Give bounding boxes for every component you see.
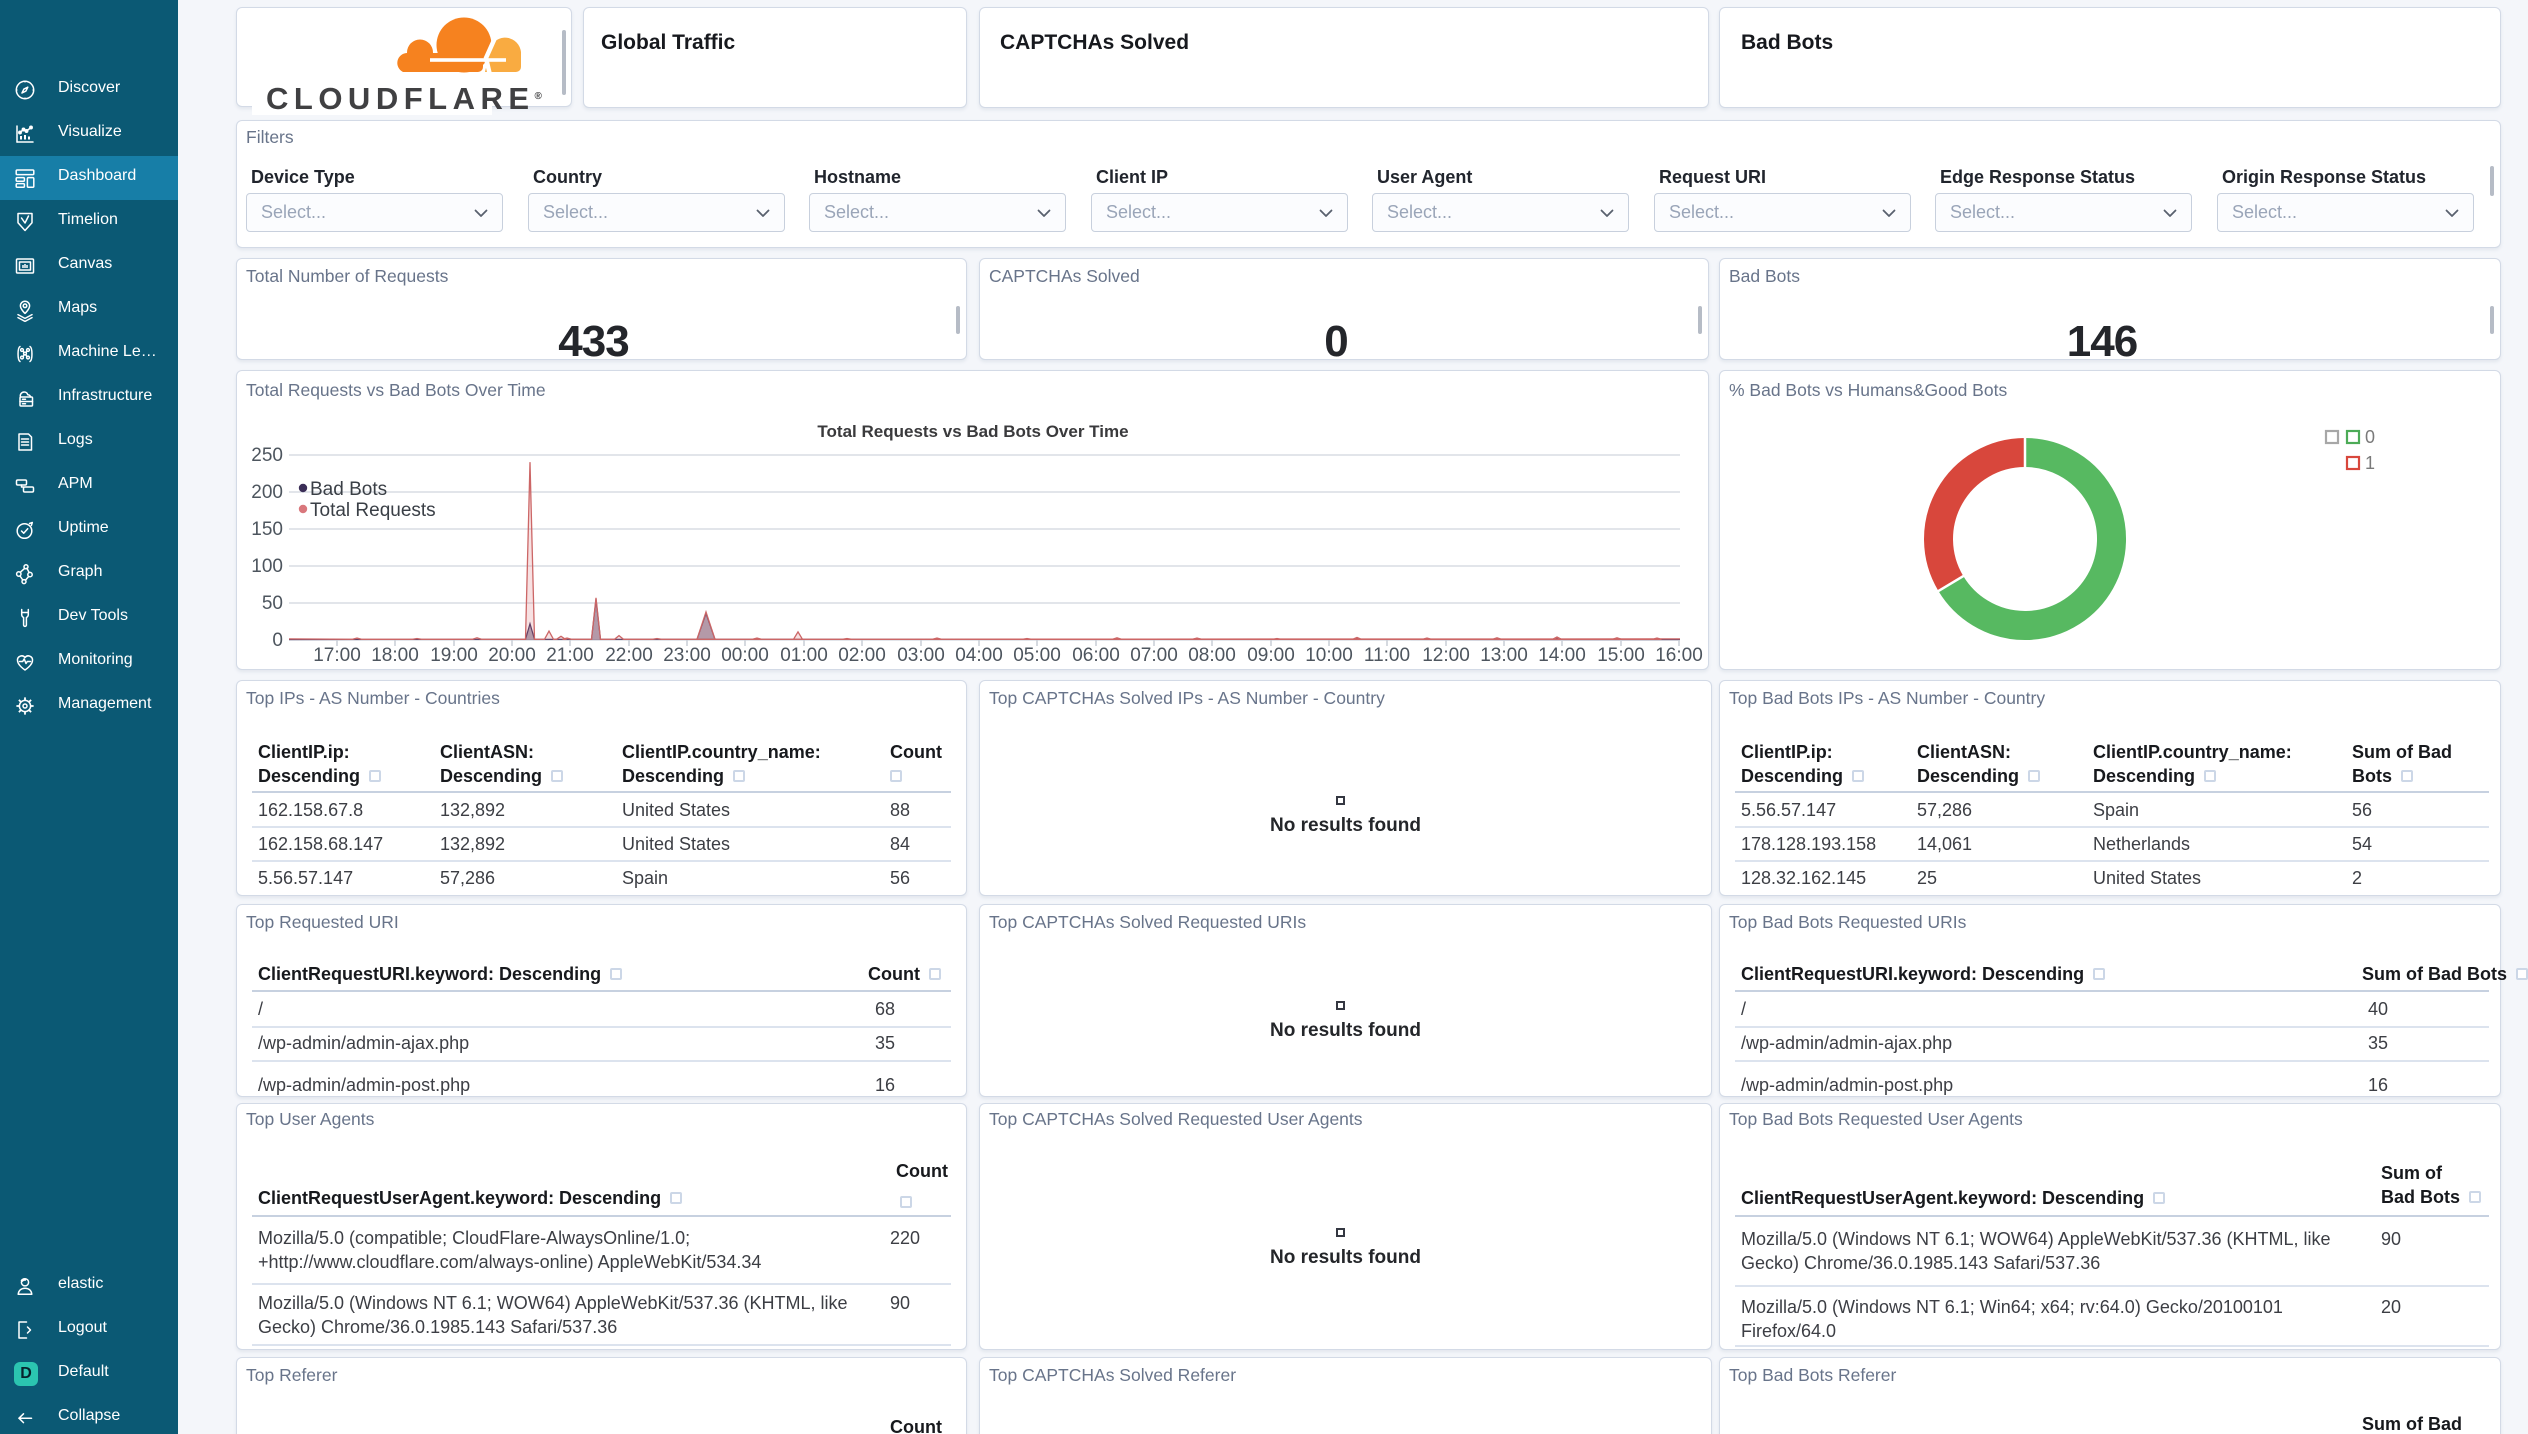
svg-text:100: 100 bbox=[251, 556, 283, 577]
svg-text:18:00: 18:00 bbox=[371, 645, 419, 666]
svg-text:05:00: 05:00 bbox=[1013, 645, 1061, 666]
svg-text:17:00: 17:00 bbox=[313, 645, 361, 666]
svg-text:23:00: 23:00 bbox=[663, 645, 711, 666]
svg-text:02:00: 02:00 bbox=[838, 645, 886, 666]
svg-text:16:00: 16:00 bbox=[1655, 645, 1703, 666]
svg-text:22:00: 22:00 bbox=[605, 645, 653, 666]
svg-text:1: 1 bbox=[2365, 453, 2375, 473]
svg-text:14:00: 14:00 bbox=[1538, 645, 1586, 666]
svg-text:0: 0 bbox=[2365, 427, 2375, 447]
svg-text:15:00: 15:00 bbox=[1597, 645, 1645, 666]
svg-text:07:00: 07:00 bbox=[1130, 645, 1178, 666]
svg-text:50: 50 bbox=[262, 593, 283, 614]
svg-text:Total Requests vs Bad Bots Ove: Total Requests vs Bad Bots Over Time bbox=[817, 422, 1128, 441]
svg-text:04:00: 04:00 bbox=[955, 645, 1003, 666]
svg-text:01:00: 01:00 bbox=[780, 645, 828, 666]
svg-text:08:00: 08:00 bbox=[1188, 645, 1236, 666]
svg-text:11:00: 11:00 bbox=[1364, 645, 1410, 666]
svg-text:10:00: 10:00 bbox=[1305, 645, 1353, 666]
svg-text:250: 250 bbox=[251, 445, 283, 466]
svg-text:03:00: 03:00 bbox=[897, 645, 945, 666]
svg-text:0: 0 bbox=[272, 630, 283, 651]
svg-text:150: 150 bbox=[251, 519, 283, 540]
svg-text:06:00: 06:00 bbox=[1072, 645, 1120, 666]
svg-text:20:00: 20:00 bbox=[488, 645, 536, 666]
svg-text:Bad Bots: Bad Bots bbox=[310, 479, 387, 500]
svg-text:Total Requests: Total Requests bbox=[310, 500, 436, 521]
svg-text:13:00: 13:00 bbox=[1480, 645, 1528, 666]
svg-text:19:00: 19:00 bbox=[430, 645, 478, 666]
svg-text:00:00: 00:00 bbox=[721, 645, 769, 666]
svg-text:200: 200 bbox=[251, 482, 283, 503]
svg-text:09:00: 09:00 bbox=[1247, 645, 1295, 666]
svg-text:21:00: 21:00 bbox=[546, 645, 594, 666]
svg-text:12:00: 12:00 bbox=[1422, 645, 1470, 666]
